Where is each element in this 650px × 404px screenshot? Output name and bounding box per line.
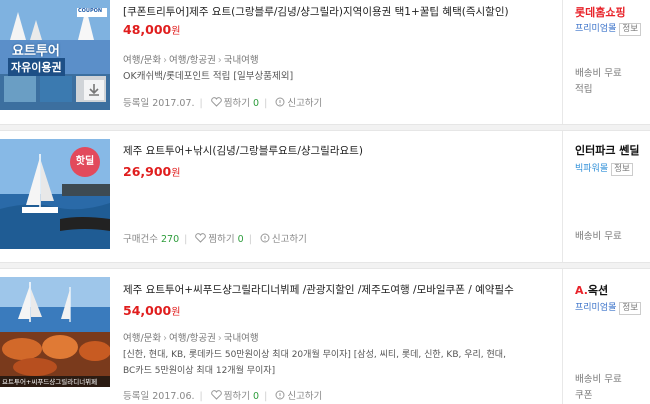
shop-name[interactable]: 인터파크 쎈딜 <box>575 142 640 158</box>
report-label: 신고하기 <box>271 234 307 245</box>
grade-label: 빅파워몰 <box>575 164 609 174</box>
coupon-badge: COUPON <box>78 8 103 14</box>
shipping-fee: 배송비 무료 <box>575 374 622 385</box>
shipping-info: 배송비 무료 쿠폰 <box>575 372 622 404</box>
description-line: [신한, 현대, KB, 롯데카드 50만원이상 최대 20개월 무이자] [삼… <box>123 350 506 360</box>
purchase-count: 270 <box>161 234 180 245</box>
description-line: BC카드 5만원이상 최대 12개월 무이자] <box>123 366 276 376</box>
heart-icon <box>210 97 222 107</box>
shop-grade: 빅파워몰 정보 <box>575 161 633 176</box>
category-link[interactable]: 여행/문화 <box>123 333 161 344</box>
price-value: 54,000 <box>123 303 172 318</box>
info-button[interactable]: 정보 <box>619 23 642 36</box>
report-button[interactable]: 신고하기 <box>260 233 307 245</box>
item-separator <box>0 262 650 269</box>
wish-count: 0 <box>237 234 244 245</box>
wish-button[interactable]: 찜하기 0 <box>195 233 244 245</box>
category-path: 여행/문화 › 여행/항공권 › 국내여행 <box>123 333 259 344</box>
info-button[interactable]: 정보 <box>619 302 642 315</box>
price-unit: 원 <box>171 26 181 37</box>
coupon-info: 쿠폰 <box>575 390 593 401</box>
thumbnail-caption: 요트투어+씨푸드샹그릴라디너뷔페 <box>2 378 98 386</box>
wish-label: 찜하기 <box>223 391 251 402</box>
heart-icon <box>210 390 222 400</box>
product-item: COUPON 요트투어 자유이용권 [쿠폰트리투어]제주 요트(그랑블루/김녕/… <box>0 0 650 124</box>
siren-icon <box>260 233 270 243</box>
download-icon[interactable] <box>84 80 104 100</box>
product-price: 48,000원 <box>123 22 180 37</box>
shop-grade: 프리미엄몰 정보 <box>575 300 642 315</box>
category-path: 여행/문화 › 여행/항공권 › 국내여행 <box>123 55 259 66</box>
shipping-fee: 배송비 무료 <box>575 68 622 79</box>
report-label: 신고하기 <box>287 391 323 402</box>
shipping-info: 배송비 무료 적립 <box>575 66 622 98</box>
product-title[interactable]: 제주 요트투어+낚시(김녕/그랑블루요트/샹그릴라요트) <box>123 143 543 158</box>
report-button[interactable]: 신고하기 <box>275 97 323 109</box>
wish-button[interactable]: 찜하기 0 <box>210 97 260 109</box>
heart-icon <box>195 233 207 243</box>
shop-name[interactable]: 롯데홈쇼핑 <box>575 4 626 20</box>
item-separator <box>0 124 650 131</box>
shop-name[interactable]: A.옥션 <box>575 282 608 298</box>
product-price: 26,900원 <box>123 164 180 179</box>
thumbnail-text: 자유이용권 <box>8 58 65 76</box>
register-date: 등록일 2017.06. <box>123 391 195 402</box>
product-price: 54,000원 <box>123 303 180 318</box>
product-item: 핫딜 제주 요트투어+낚시(김녕/그랑블루요트/샹그릴라요트) 26,900원 … <box>0 131 650 262</box>
category-link[interactable]: 국내여행 <box>224 333 259 344</box>
wish-label: 찜하기 <box>223 98 251 109</box>
report-button[interactable]: 신고하기 <box>275 390 323 402</box>
product-meta: 구매건수 270 | 찜하기 0 | 신고하기 <box>123 233 307 245</box>
purchase-count-label: 구매건수 <box>123 234 158 245</box>
info-button[interactable]: 정보 <box>611 163 633 176</box>
product-thumbnail[interactable]: COUPON 요트투어 자유이용권 <box>0 0 110 110</box>
category-link[interactable]: 여행/문화 <box>123 55 161 66</box>
siren-icon <box>275 97 285 107</box>
grade-label: 프리미엄몰 <box>575 303 617 313</box>
price-value: 26,900 <box>123 164 172 179</box>
product-thumbnail[interactable]: 요트투어+씨푸드샹그릴라디너뷔페 <box>0 277 110 387</box>
siren-icon <box>275 390 285 400</box>
report-label: 신고하기 <box>287 98 323 109</box>
product-item: 요트투어+씨푸드샹그릴라디너뷔페 제주 요트투어+씨푸드샹그릴라디너뷔페 /관광… <box>0 269 650 404</box>
auction-logo-icon: A. <box>575 284 588 297</box>
divider <box>562 0 563 124</box>
shop-grade: 프리미엄몰 정보 <box>575 21 642 36</box>
divider <box>562 131 563 262</box>
shipping-info: 배송비 무료 <box>575 229 622 245</box>
wish-count: 0 <box>253 391 260 402</box>
product-description: OK캐쉬백/롯데포인트 적립 [일부상품제외] <box>123 71 294 82</box>
point-info: 적립 <box>575 84 593 95</box>
wish-label: 찜하기 <box>208 234 235 245</box>
shipping-fee: 배송비 무료 <box>575 231 622 242</box>
product-meta: 등록일 2017.07. | 찜하기 0 | 신고하기 <box>123 97 323 109</box>
price-unit: 원 <box>171 307 181 318</box>
product-title[interactable]: 제주 요트투어+씨푸드샹그릴라디너뷔페 /관광지할인 /제주도여행 /모바일쿠폰… <box>123 282 543 297</box>
wish-count: 0 <box>253 98 260 109</box>
wish-button[interactable]: 찜하기 0 <box>210 390 260 402</box>
grade-label: 프리미엄몰 <box>575 24 617 34</box>
hotdeal-badge: 핫딜 <box>70 147 100 177</box>
product-description: [신한, 현대, KB, 롯데카드 50만원이상 최대 20개월 무이자] [삼… <box>123 347 553 379</box>
category-link[interactable]: 여행/항공권 <box>169 333 216 344</box>
product-title[interactable]: [쿠폰트리투어]제주 요트(그랑블루/김녕/샹그릴라)지역이용권 택1+꿀팁 혜… <box>123 4 543 19</box>
category-link[interactable]: 국내여행 <box>224 55 259 66</box>
product-meta: 등록일 2017.06. | 찜하기 0 | 신고하기 <box>123 390 323 402</box>
divider <box>562 269 563 404</box>
register-date: 등록일 2017.07. <box>123 98 195 109</box>
price-unit: 원 <box>171 168 181 179</box>
thumbnail-text: 요트투어 <box>12 44 60 59</box>
price-value: 48,000 <box>123 22 172 37</box>
category-link[interactable]: 여행/항공권 <box>169 55 216 66</box>
shop-label: 옥션 <box>587 284 609 297</box>
